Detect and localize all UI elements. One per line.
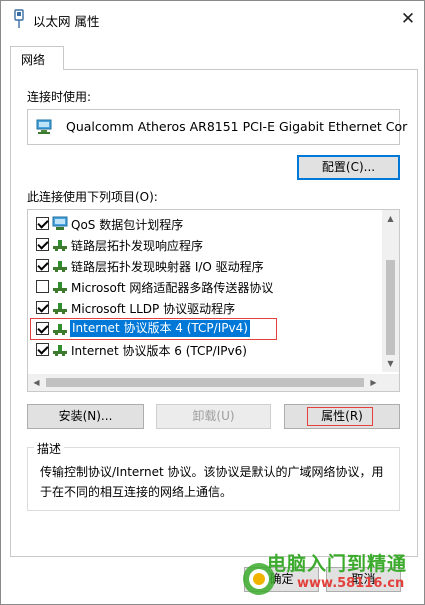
tab-label: 网络: [21, 53, 46, 67]
item-label: 链路层拓扑发现映射器 I/O 驱动程序: [71, 260, 264, 274]
annotation-highlight-box: [307, 407, 373, 426]
list-item[interactable]: Internet 协议版本 6 (TCP/IPv6): [28, 339, 383, 360]
item-label: 链路层拓扑发现响应程序: [71, 239, 204, 253]
list-item[interactable]: Microsoft LLDP 协议驱动程序: [28, 297, 383, 318]
close-icon: ✕: [400, 9, 416, 29]
scroll-thumb[interactable]: [46, 378, 364, 387]
title-bar: 以太网 属性 ✕: [1, 1, 424, 37]
list-item[interactable]: 链路层拓扑发现映射器 I/O 驱动程序: [28, 255, 383, 276]
network-card-icon: [36, 119, 52, 134]
network-adapter-icon: [14, 9, 24, 28]
item-label: Internet 协议版本 4 (TCP/IPv4): [70, 320, 250, 337]
item-checkbox[interactable]: [36, 280, 49, 293]
item-checkbox[interactable]: [36, 238, 49, 251]
adapter-field: Qualcomm Atheros AR8151 PCI-E Gigabit Et…: [27, 109, 407, 145]
scroll-thumb[interactable]: [386, 260, 395, 355]
item-label: Internet 协议版本 6 (TCP/IPv6): [71, 344, 247, 358]
protocol-icon: [53, 282, 67, 293]
scroll-down-icon[interactable]: ▼: [382, 355, 399, 372]
close-button[interactable]: ✕: [397, 10, 419, 30]
description-text: 传输控制协议/Internet 协议。该协议是默认的广域网络协议，用于在不同的相…: [40, 465, 384, 499]
install-button[interactable]: 安装(N)...: [27, 404, 144, 429]
item-label: QoS 数据包计划程序: [71, 218, 184, 232]
scroll-up-icon[interactable]: ▲: [382, 210, 399, 227]
adapter-name: Qualcomm Atheros AR8151 PCI-E Gigabit Et…: [66, 119, 408, 134]
item-checkbox[interactable]: [36, 217, 49, 230]
list-item-selected[interactable]: Internet 协议版本 4 (TCP/IPv4): [28, 318, 383, 340]
watermark-url: www.58116.cn: [297, 576, 405, 591]
uninstall-button[interactable]: 卸载(U): [156, 404, 271, 429]
properties-button[interactable]: 属性(R): [284, 404, 400, 429]
item-checkbox[interactable]: [36, 301, 49, 314]
list-item[interactable]: Microsoft 网络适配器多路传送器协议: [28, 276, 383, 297]
item-checkbox[interactable]: [36, 259, 49, 272]
window-title: 以太网 属性: [33, 14, 100, 29]
scroll-corner: [382, 374, 399, 391]
item-label: Microsoft 网络适配器多路传送器协议: [71, 281, 274, 295]
protocol-icon: [53, 261, 67, 272]
configure-button[interactable]: 配置(C)...: [297, 155, 400, 180]
watermark: 电脑入门到精通 www.58116.cn: [239, 549, 419, 599]
scroll-right-icon[interactable]: ▶: [365, 374, 382, 391]
horizontal-scrollbar[interactable]: ◀ ▶: [28, 374, 382, 391]
connect-using-label: 连接时使用:: [27, 90, 92, 104]
qos-scheduler-icon: [52, 216, 68, 230]
description-legend: 描述: [34, 440, 65, 457]
tab-network[interactable]: 网络: [10, 46, 64, 70]
items-list[interactable]: QoS 数据包计划程序 链路层拓扑发现响应程序 链路层拓扑发现映射器 I/O 驱…: [27, 209, 400, 392]
item-checkbox[interactable]: [36, 343, 49, 356]
watermark-title: 电脑入门到精通: [267, 553, 408, 575]
scroll-left-icon[interactable]: ◀: [28, 374, 45, 391]
item-checkbox[interactable]: [36, 322, 49, 335]
items-label: 此连接使用下列项目(O):: [27, 190, 158, 204]
list-item[interactable]: 链路层拓扑发现响应程序: [28, 234, 383, 255]
protocol-icon: [53, 303, 67, 314]
list-item[interactable]: QoS 数据包计划程序: [28, 213, 383, 234]
vertical-scrollbar[interactable]: ▲ ▼: [382, 210, 399, 372]
properties-dialog: 以太网 属性 ✕ 网络 连接时使用: Qualcomm Atheros AR81…: [0, 0, 425, 605]
protocol-icon: [53, 324, 67, 335]
item-label: Microsoft LLDP 协议驱动程序: [71, 302, 236, 316]
protocol-icon: [53, 345, 67, 356]
protocol-icon: [53, 240, 67, 251]
